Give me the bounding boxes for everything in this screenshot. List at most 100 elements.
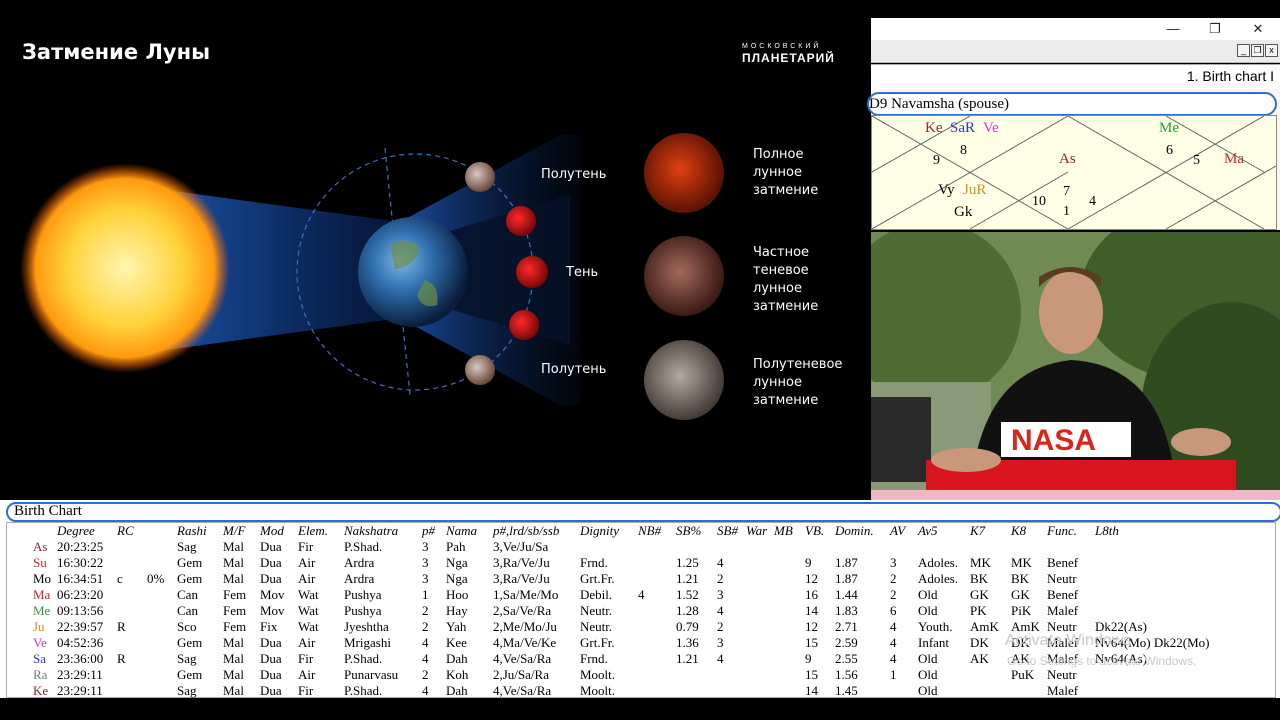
- table-cell: 1.21: [676, 651, 699, 666]
- table-cell: 4: [890, 635, 897, 650]
- navamsha-title[interactable]: D9 Navamsha (spouse): [867, 92, 1277, 116]
- column-header: Degree: [57, 523, 95, 538]
- table-cell: 3: [422, 539, 429, 554]
- planet-name-cell: Me: [33, 603, 51, 618]
- table-cell: 23:29:11: [57, 683, 103, 698]
- table-cell: Fem: [223, 619, 247, 634]
- table-cell: PK: [970, 603, 987, 618]
- table-row[interactable]: Me 09:13:56 Can Fem Mov Wat Pushya 2 Hay 2,Sa/Ve/…: [7, 603, 1209, 619]
- table-cell: Mrigashi: [344, 635, 391, 650]
- table-cell: [1011, 539, 1047, 555]
- table-cell: [638, 667, 676, 683]
- table-cell: 23:36:00: [57, 651, 104, 666]
- presenter-video: NASA: [871, 232, 1280, 490]
- table-cell: Kee: [446, 635, 467, 650]
- minimize-button[interactable]: —: [1153, 18, 1193, 40]
- column-header: Mod: [260, 523, 284, 538]
- table-cell: [774, 603, 805, 619]
- lunar-eclipse-slide: Затмение Луны МОСКОВСКИЙ ПЛАНЕТАРИЙ Полу…: [0, 0, 870, 508]
- table-cell: [774, 667, 805, 683]
- caption-total-eclipse: Полное лунное затмение: [753, 147, 819, 198]
- column-header: Rashi: [177, 523, 207, 538]
- table-cell: Punarvasu: [344, 667, 399, 682]
- table-cell: 2: [890, 587, 897, 602]
- table-cell: 4: [890, 651, 897, 666]
- column-header: AV: [890, 523, 906, 538]
- table-cell: Mov: [260, 587, 285, 602]
- table-cell: 15: [805, 667, 818, 682]
- table-cell: [1095, 603, 1209, 619]
- table-cell: Sco: [177, 619, 197, 634]
- table-cell: BK: [1011, 571, 1030, 586]
- table-cell: Dua: [260, 683, 282, 698]
- table-row[interactable]: As 20:23:25 Sag Mal Dua Fir P.Shad. 3 Pah 3,Ve/Ju…: [7, 539, 1209, 555]
- table-cell: GK: [1011, 587, 1030, 602]
- table-cell: MK: [1011, 555, 1032, 570]
- mdi-minimize-button[interactable]: _: [1237, 44, 1250, 57]
- table-cell: 1: [422, 587, 429, 602]
- table-cell: [1095, 555, 1209, 571]
- table-row[interactable]: Mo 16:34:51 c 0% Gem Mal Dua Air Ardra 3 Nga 3,Ra/V…: [7, 571, 1209, 587]
- table-cell: Fir: [298, 651, 314, 666]
- table-cell: Malef: [1047, 683, 1079, 698]
- table-cell: [638, 635, 676, 651]
- window-titlebar: — ❐ ✕: [871, 18, 1280, 40]
- table-cell: Wat: [298, 619, 319, 634]
- table-cell: Neutr.: [580, 603, 613, 618]
- table-cell: Hoo: [446, 587, 469, 602]
- mdi-restore-button[interactable]: ❐: [1251, 44, 1264, 57]
- table-cell: 4,Ma/Ve/Ke: [493, 635, 557, 650]
- activation-watermark-title: Activate Windows: [1005, 632, 1132, 649]
- table-cell: 1.87: [835, 571, 858, 586]
- planet-vy: Vy: [938, 182, 955, 198]
- table-cell: Mal: [223, 555, 244, 570]
- table-row[interactable]: Ma 06:23:20 Can Fem Mov Wat Pushya 1 Hoo 1,Sa/Me/…: [7, 587, 1209, 603]
- table-cell: Adoles.: [918, 571, 959, 586]
- table-cell: 06:23:20: [57, 587, 104, 602]
- table-cell: [746, 539, 774, 555]
- column-header: M/F: [223, 523, 246, 538]
- table-cell: [1095, 683, 1209, 699]
- table-cell: [746, 587, 774, 603]
- column-header: Elem.: [298, 523, 328, 538]
- table-cell: Koh: [446, 667, 469, 682]
- table-cell: Mal: [223, 667, 244, 682]
- mdi-close-button[interactable]: x: [1265, 44, 1278, 57]
- table-cell: Air: [298, 667, 316, 682]
- table-row[interactable]: Ke 23:29:11 Sag Mal Dua Fir P.Shad. 4 Dah 4,Ve/Sa…: [7, 683, 1209, 699]
- table-cell: 3,Ra/Ve/Ju: [493, 571, 550, 586]
- chart-tab-strip: 1. Birth chart I: [871, 64, 1280, 90]
- table-cell: Wat: [298, 603, 319, 618]
- table-cell: [147, 667, 177, 683]
- birth-chart-table-box: Degree RC Rashi M/F Mod Elem. Nakshatra p# Nama p…: [6, 522, 1276, 698]
- table-cell: [638, 683, 676, 699]
- table-cell: 4: [422, 651, 429, 666]
- table-cell: Debil.: [580, 587, 613, 602]
- table-cell: Ardra: [344, 555, 375, 570]
- planet-gk: Gk: [954, 204, 973, 220]
- table-row[interactable]: Su 16:30:22 Gem Mal Dua Air Ardra 3 Nga 3,Ra/Ve/J…: [7, 555, 1209, 571]
- planet-ve: Ve: [983, 120, 999, 136]
- tab-birth-chart[interactable]: 1. Birth chart I: [1187, 68, 1274, 84]
- table-cell: [1011, 683, 1047, 699]
- planet-name-cell: Ve: [33, 635, 47, 650]
- column-header: VB.: [805, 523, 825, 538]
- table-cell: Old: [918, 651, 938, 666]
- maximize-button[interactable]: ❐: [1195, 18, 1235, 40]
- planetarium-logo: МОСКОВСКИЙ ПЛАНЕТАРИЙ: [742, 43, 835, 65]
- close-button[interactable]: ✕: [1238, 18, 1278, 40]
- table-cell: c: [117, 571, 123, 586]
- table-cell: 6: [890, 603, 897, 618]
- birth-chart-title[interactable]: Birth Chart: [6, 502, 1280, 522]
- table-cell: P.Shad.: [344, 539, 383, 554]
- table-cell: Pushya: [344, 587, 382, 602]
- table-cell: [638, 555, 676, 571]
- house-5: 5: [1193, 153, 1200, 168]
- table-cell: Pushya: [344, 603, 382, 618]
- table-cell: Moolt.: [580, 683, 616, 698]
- column-header: [147, 523, 177, 539]
- table-row[interactable]: Ra 23:29:11 Gem Mal Dua Air Punarvasu 2 Koh 2,Ju/…: [7, 667, 1209, 683]
- table-cell: [638, 603, 676, 619]
- table-cell: [1047, 539, 1095, 555]
- moon-total-eclipse: [644, 133, 724, 213]
